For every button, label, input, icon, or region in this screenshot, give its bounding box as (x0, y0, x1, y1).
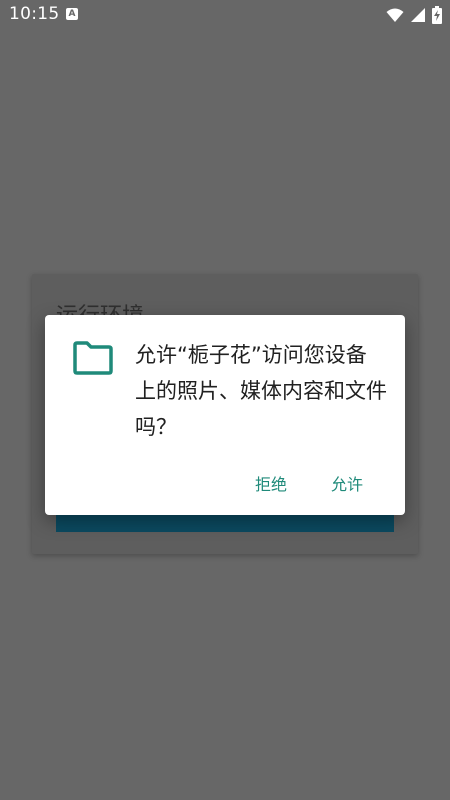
status-icons (386, 6, 442, 24)
dialog-actions: 拒绝 允许 (233, 463, 383, 503)
keyboard-notification-icon: A (66, 8, 78, 20)
status-bar: 10:15 A (0, 0, 450, 30)
dialog-message: 允许“栀子花”访问您设备上的照片、媒体内容和文件吗？ (135, 343, 387, 439)
signal-icon (410, 7, 426, 23)
wifi-icon (386, 8, 404, 23)
battery-charging-icon (432, 6, 442, 24)
deny-button[interactable]: 拒绝 (233, 463, 309, 503)
status-time: 10:15 (9, 4, 60, 24)
allow-button[interactable]: 允许 (309, 463, 383, 503)
screen: 10:15 A 运行环境 (0, 0, 450, 800)
permission-dialog: 允许“栀子花”访问您设备上的照片、媒体内容和文件吗？ 拒绝 允许 (45, 315, 405, 515)
folder-icon (73, 341, 113, 375)
